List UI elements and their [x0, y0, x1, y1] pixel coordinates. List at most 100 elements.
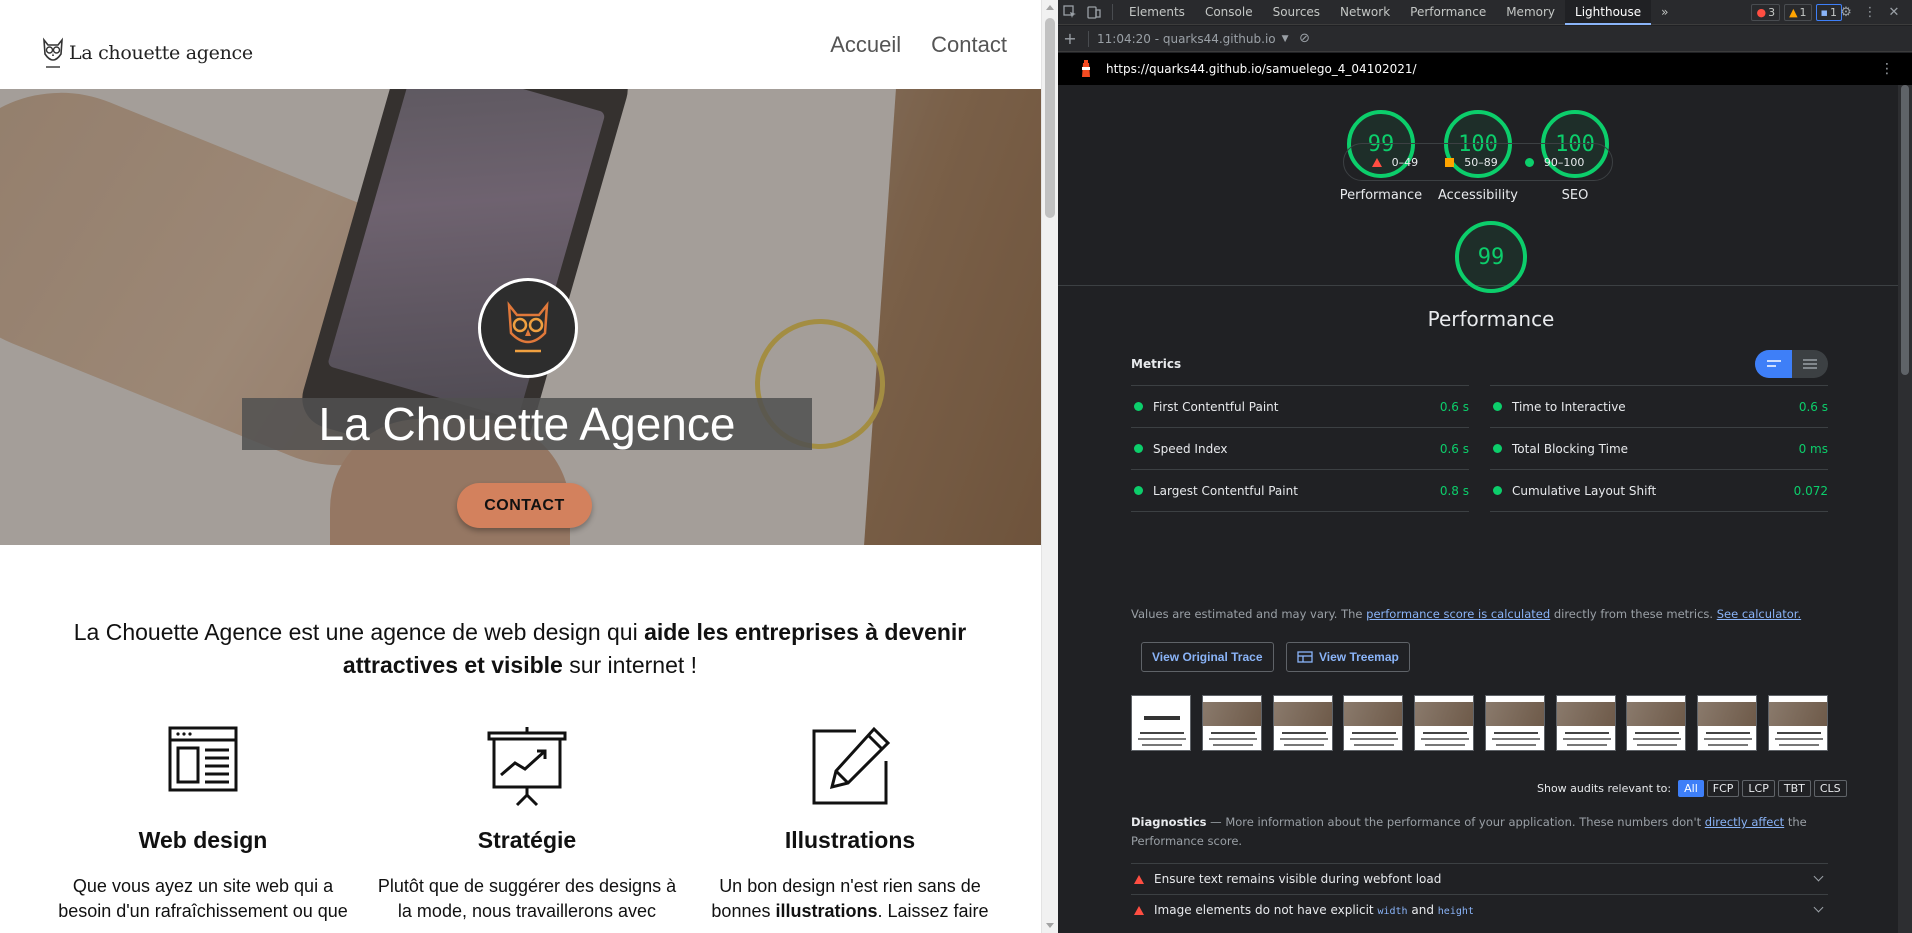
error-icon: ●: [1756, 6, 1767, 19]
metric-cls: Cumulative Layout Shift 0.072: [1490, 469, 1828, 511]
pass-circle-icon: [1134, 444, 1143, 453]
pass-circle-icon: [1493, 444, 1502, 453]
filmstrip-frame[interactable]: [1697, 695, 1758, 751]
close-icon[interactable]: ✕: [1882, 0, 1906, 25]
score-label: SEO: [1561, 188, 1589, 203]
filter-chip-cls[interactable]: CLS: [1813, 780, 1847, 797]
site-nav: Accueil Contact: [830, 32, 1007, 58]
metrics-view-toggle[interactable]: [1755, 350, 1828, 378]
inspect-element-icon[interactable]: [1058, 0, 1082, 25]
metric-lcp: Largest Contentful Paint 0.8 s: [1131, 469, 1469, 511]
nav-accueil-link[interactable]: Accueil: [830, 32, 901, 58]
see-calculator-link[interactable]: See calculator.: [1717, 607, 1801, 621]
filter-chip-all[interactable]: All: [1678, 780, 1704, 797]
website-viewport: La chouette agence Accueil Contact La Ch…: [0, 0, 1041, 933]
report-menu-icon[interactable]: ⋮: [1880, 61, 1894, 77]
tab-memory[interactable]: Memory: [1496, 0, 1565, 25]
filmstrip-frame[interactable]: [1484, 695, 1545, 751]
hero-contact-button[interactable]: CONTACT: [457, 483, 592, 528]
filmstrip-frame[interactable]: [1343, 695, 1404, 751]
owl-icon: [507, 301, 549, 353]
filmstrip-frame[interactable]: [1414, 695, 1475, 751]
treemap-icon: [1297, 651, 1313, 663]
filter-chip-fcp[interactable]: FCP: [1706, 780, 1740, 797]
audit-filter-label: Show audits relevant to:: [1537, 782, 1672, 795]
report-scroll-thumb[interactable]: [1901, 85, 1909, 375]
legend-fail: 0–49: [1371, 156, 1418, 169]
metric-tbt: Total Blocking Time 0 ms: [1490, 427, 1828, 469]
view-original-trace-button[interactable]: View Original Trace: [1141, 642, 1274, 672]
audit-title: Ensure text remains visible during webfo…: [1154, 872, 1442, 886]
filmstrip-frame[interactable]: [1201, 695, 1262, 751]
service-text: Un bon design n'est rien sans de bonnes …: [711, 876, 989, 921]
message-icon: ▪: [1820, 6, 1828, 19]
devtools-tabbar: Elements Console Sources Network Perform…: [1058, 0, 1912, 25]
warning-icon: ▲: [1789, 6, 1798, 19]
hero-title: La Chouette Agence: [318, 398, 736, 450]
website-scroll-thumb[interactable]: [1045, 18, 1055, 218]
chevron-down-icon[interactable]: ▼: [1282, 34, 1289, 44]
score-calculated-link[interactable]: performance score is calculated: [1366, 607, 1550, 621]
tab-sources[interactable]: Sources: [1263, 0, 1330, 25]
report-url[interactable]: https://quarks44.github.io/samuelego_4_0…: [1106, 62, 1417, 76]
site-header: La chouette agence Accueil Contact: [0, 0, 1041, 89]
tab-network[interactable]: Network: [1330, 0, 1400, 25]
filmstrip-frame[interactable]: [1272, 695, 1333, 751]
settings-gear-icon[interactable]: ⚙: [1834, 0, 1858, 25]
filter-chip-lcp[interactable]: LCP: [1742, 780, 1775, 797]
intro-part2: sur internet !: [562, 652, 698, 678]
lighthouse-report: 99 Performance 100 Accessibility 100 SEO…: [1058, 85, 1898, 933]
nav-contact-link[interactable]: Contact: [931, 32, 1007, 58]
clear-reports-icon[interactable]: ⊘: [1293, 26, 1317, 51]
filmstrip-frame[interactable]: [1767, 695, 1828, 751]
tab-elements[interactable]: Elements: [1119, 0, 1195, 25]
directly-affect-link[interactable]: directly affect: [1705, 815, 1784, 829]
hero-title-box: La Chouette Agence: [242, 398, 812, 450]
tab-performance[interactable]: Performance: [1400, 0, 1496, 25]
website-scrollbar[interactable]: [1041, 0, 1058, 933]
service-strategie: Stratégie Plutôt que de suggérer des des…: [377, 725, 677, 924]
new-report-icon[interactable]: +: [1058, 26, 1082, 51]
legend-pass: 90–100: [1524, 156, 1584, 169]
filmstrip-frame[interactable]: [1131, 695, 1191, 751]
filmstrip-frame[interactable]: [1626, 695, 1687, 751]
tab-console[interactable]: Console: [1195, 0, 1263, 25]
pass-circle-icon: [1524, 157, 1534, 167]
filmstrip: [1131, 695, 1828, 751]
audit-webfont-visible[interactable]: Ensure text remains visible during webfo…: [1131, 863, 1828, 894]
metrics-note: Values are estimated and may vary. The p…: [1131, 607, 1802, 621]
more-options-icon[interactable]: ⋮: [1858, 0, 1882, 25]
expanded-view-icon[interactable]: [1792, 350, 1828, 378]
average-square-icon: [1445, 157, 1455, 167]
chevron-down-icon[interactable]: [1813, 902, 1824, 913]
filmstrip-frame[interactable]: [1555, 695, 1616, 751]
device-toolbar-icon[interactable]: [1082, 0, 1106, 25]
scroll-up-arrow-icon[interactable]: [1046, 5, 1054, 10]
tab-lighthouse[interactable]: Lighthouse: [1565, 0, 1652, 25]
issue-badges: ● 3 ▲ 1 ▪ 1: [1751, 4, 1842, 21]
intro-part1: La Chouette Agence est une agence de web…: [73, 619, 645, 645]
filter-chip-tbt[interactable]: TBT: [1777, 780, 1811, 797]
service-title: Illustrations: [784, 827, 916, 853]
metric-tti: Time to Interactive 0.6 s: [1490, 385, 1828, 427]
metrics-bottom-divider: [1490, 511, 1828, 512]
audit-image-dimensions[interactable]: Image elements do not have explicit widt…: [1131, 894, 1828, 925]
site-logo[interactable]: La chouette agence: [41, 36, 253, 70]
error-count-badge[interactable]: ● 3: [1751, 4, 1781, 21]
report-url-bar: https://quarks44.github.io/samuelego_4_0…: [1058, 53, 1912, 85]
warning-count-badge[interactable]: ▲ 1: [1784, 4, 1812, 21]
compact-view-icon[interactable]: [1755, 350, 1792, 378]
more-tabs-icon[interactable]: »: [1651, 0, 1678, 25]
report-scrollbar[interactable]: [1898, 85, 1912, 933]
view-treemap-button[interactable]: View Treemap: [1286, 642, 1410, 672]
service-illustrations: Illustrations Un bon design n'est rien s…: [700, 725, 1000, 924]
scroll-down-arrow-icon[interactable]: [1046, 923, 1054, 928]
chevron-down-icon[interactable]: [1813, 871, 1824, 882]
metric-fcp: First Contentful Paint 0.6 s: [1131, 385, 1469, 427]
report-selector[interactable]: 11:04:20 - quarks44.github.io: [1097, 32, 1276, 46]
metrics-heading: Metrics: [1131, 357, 1182, 371]
devtools-panel: Elements Console Sources Network Perform…: [1058, 0, 1912, 933]
score-legend: 0–49 50–89 90–100: [1343, 143, 1613, 181]
pass-circle-icon: [1134, 486, 1143, 495]
service-text: Plutôt que de suggérer des designs à la …: [377, 876, 677, 921]
